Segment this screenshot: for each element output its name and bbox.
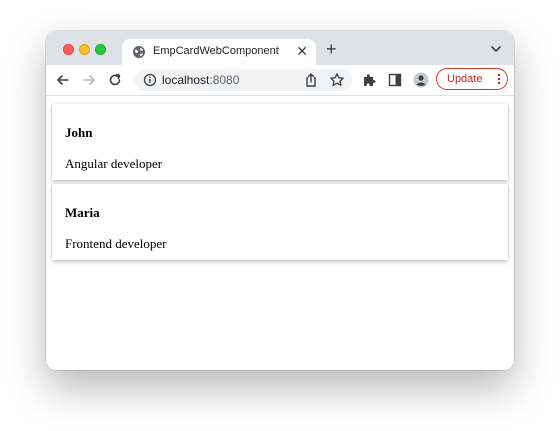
toolbar: localhost:8080 Update xyxy=(46,65,514,96)
url-host: localhost xyxy=(162,73,210,87)
close-window-button[interactable] xyxy=(63,44,74,55)
update-button[interactable]: Update xyxy=(436,68,508,90)
reload-icon[interactable] xyxy=(107,72,123,88)
url-port: :8080 xyxy=(209,73,240,87)
zoom-window-button[interactable] xyxy=(95,44,106,55)
star-icon[interactable] xyxy=(329,72,345,88)
employee-card: Maria Frontend developer xyxy=(52,184,508,260)
employee-role: Angular developer xyxy=(65,156,163,171)
update-label: Update xyxy=(447,73,483,85)
title-bar: EmpCardWebComponent ✕ + xyxy=(46,31,514,65)
kebab-menu-icon[interactable] xyxy=(497,73,501,85)
tab-title: EmpCardWebComponent xyxy=(153,45,279,57)
plus-icon[interactable]: + xyxy=(326,39,337,59)
puzzle-icon[interactable] xyxy=(361,72,377,88)
employee-role: Frontend developer xyxy=(65,236,167,251)
browser-window: EmpCardWebComponent ✕ + localhost:8080 U… xyxy=(46,31,514,370)
employee-name: Maria xyxy=(65,205,100,220)
address-bar[interactable]: localhost:8080 xyxy=(134,69,352,91)
share-icon[interactable] xyxy=(303,72,319,88)
profile-icon[interactable] xyxy=(413,72,429,88)
employee-name: John xyxy=(65,125,93,140)
chevron-down-icon[interactable] xyxy=(490,43,502,55)
arrow-left-icon[interactable] xyxy=(55,72,71,88)
tab-active[interactable]: EmpCardWebComponent ✕ xyxy=(122,39,316,65)
globe-icon xyxy=(133,46,145,58)
page-content: John Angular developer Maria Frontend de… xyxy=(46,96,514,370)
employee-card: John Angular developer xyxy=(52,104,508,180)
side-panel-icon[interactable] xyxy=(387,72,403,88)
minimize-window-button[interactable] xyxy=(79,44,90,55)
info-icon[interactable] xyxy=(143,73,157,87)
url-text: localhost:8080 xyxy=(162,73,239,87)
arrow-right-icon[interactable] xyxy=(81,72,97,88)
close-icon[interactable]: ✕ xyxy=(296,43,308,59)
